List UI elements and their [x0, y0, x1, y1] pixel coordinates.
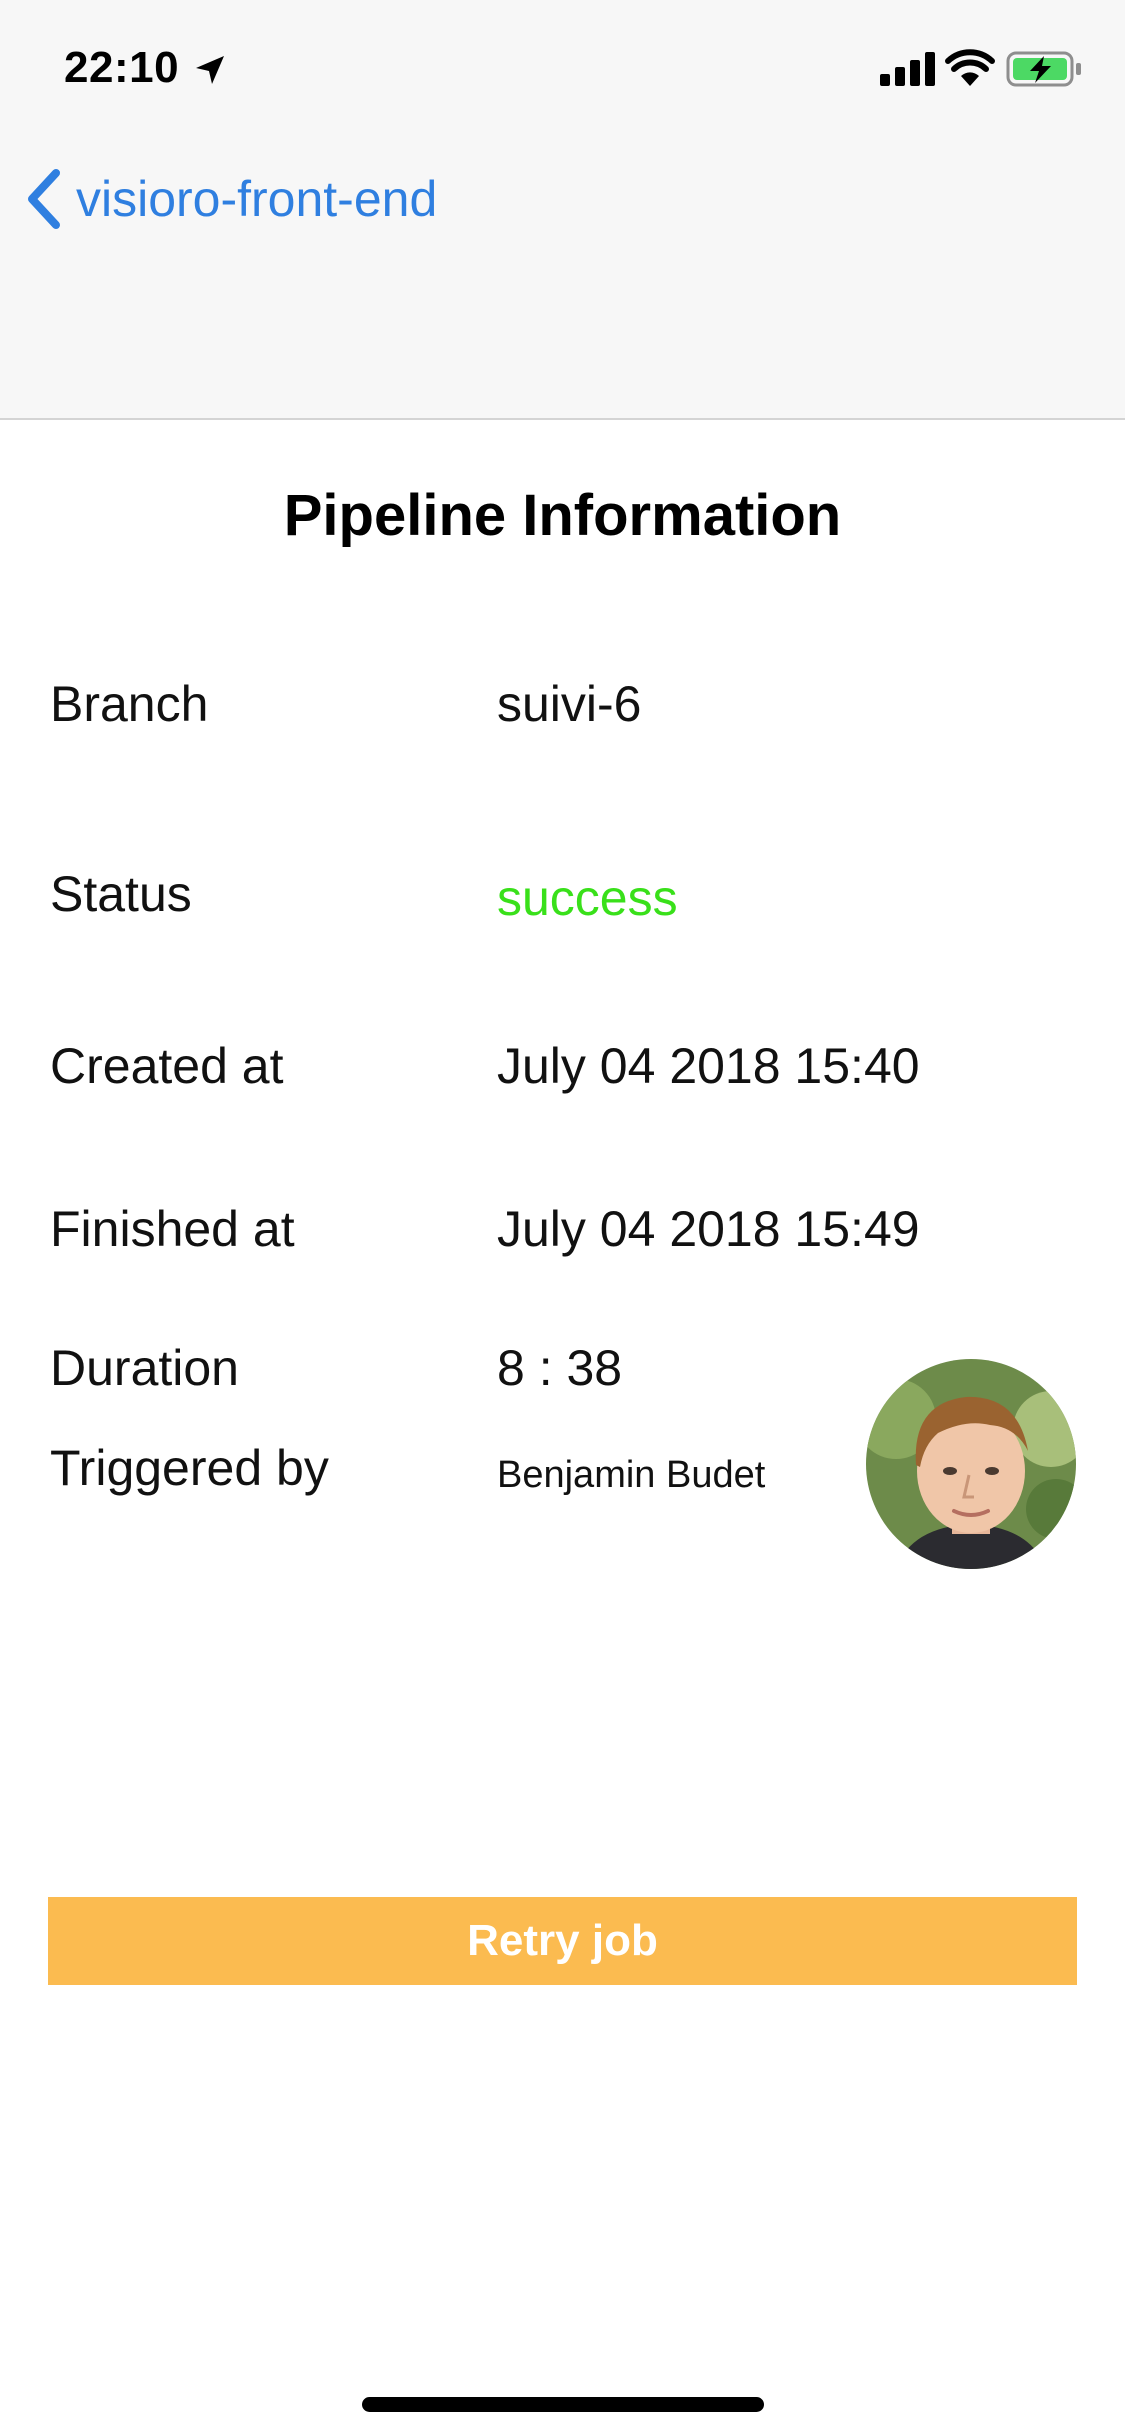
duration-label: Duration [50, 1340, 239, 1396]
status-label: Status [50, 866, 192, 922]
triggered-by-label: Triggered by [50, 1440, 329, 1496]
back-button[interactable]: visioro-front-end [24, 164, 437, 234]
branch-value: suivi-6 [497, 676, 642, 732]
cellular-signal-icon [880, 52, 935, 86]
duration-value: 8 : 38 [497, 1340, 623, 1396]
home-indicator[interactable] [362, 2397, 764, 2412]
avatar [866, 1359, 1076, 1569]
finished-at-value: July 04 2018 15:49 [497, 1201, 920, 1257]
retry-job-button[interactable]: Retry job [48, 1897, 1077, 1985]
status-time: 22:10 [64, 43, 180, 92]
location-arrow-icon [196, 56, 224, 84]
page-title: Pipeline Information [283, 483, 842, 548]
navigation-bar: 22:10 visioro-front-end [0, 0, 1125, 420]
finished-at-label: Finished at [50, 1201, 295, 1257]
created-at-value: July 04 2018 15:40 [497, 1038, 920, 1094]
back-button-label: visioro-front-end [76, 171, 438, 227]
battery-charging-icon [1006, 51, 1081, 87]
wifi-icon [945, 49, 995, 86]
triggered-by-value: Benjamin Budet [497, 1454, 766, 1496]
user-avatar-photo [866, 1359, 1076, 1569]
created-at-label: Created at [50, 1038, 284, 1094]
status-value: success [497, 870, 678, 926]
branch-label: Branch [50, 676, 209, 732]
chevron-left-icon [28, 169, 60, 229]
